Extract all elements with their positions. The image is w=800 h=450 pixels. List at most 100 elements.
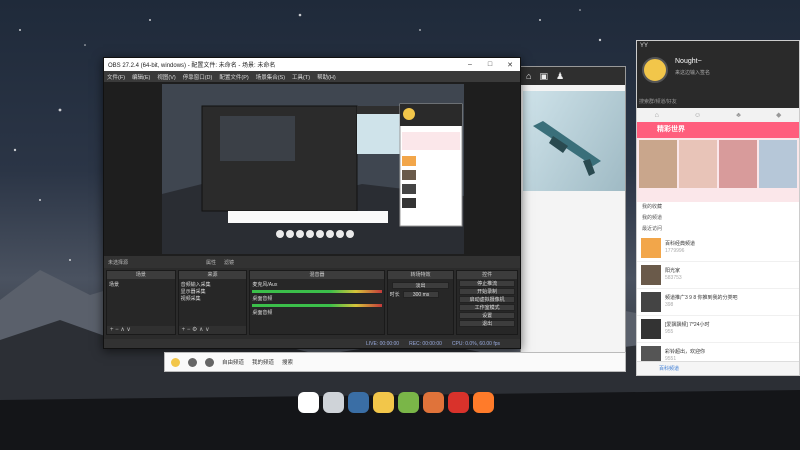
promo-thumbnail[interactable]	[719, 140, 757, 188]
yy-icon[interactable]	[171, 357, 180, 367]
free-channel-button[interactable]: 自由频道	[222, 358, 244, 366]
studio-mode-button[interactable]: 工作室模式	[459, 304, 516, 311]
obs-status-bar: LIVE: 00:00:00 REC: 00:00:00 CPU: 0.0%, …	[104, 339, 520, 348]
my-favorites-section[interactable]: 我的收藏	[637, 202, 799, 213]
source-toolbar: 未选择源 属性 滤镜	[104, 256, 520, 268]
scene-item[interactable]: 场景	[109, 281, 173, 288]
menu-view[interactable]: 视图(V)	[157, 73, 175, 81]
menu-edit[interactable]: 编辑(E)	[132, 73, 150, 81]
recent-section[interactable]: 最近访问	[637, 224, 799, 235]
promo-thumbnail[interactable]	[639, 140, 677, 188]
yy-nav-tabs: ⌂ ☺ ♣ ◆	[637, 108, 799, 122]
list-item[interactable]: [爱飘飘频] 7*24小时 955	[637, 316, 799, 343]
cpu-fps: CPU: 0.0%, 60.00 fps	[451, 340, 500, 347]
avatar[interactable]	[642, 57, 668, 83]
source-item[interactable]: 音频输入采集	[181, 281, 245, 288]
minimize-icon[interactable]: –	[460, 61, 480, 69]
properties-button[interactable]: 属性	[206, 259, 216, 266]
transition-select[interactable]: 淡出	[391, 282, 450, 289]
menu-scene-collection[interactable]: 场景集合(S)	[256, 73, 285, 81]
mixer-channel-label: 桌面音频	[252, 296, 273, 302]
menu-tools[interactable]: 工具(T)	[292, 73, 310, 81]
promo-section[interactable]: 精彩世界	[637, 122, 799, 202]
game-banner-image	[523, 91, 625, 191]
stop-streaming-button[interactable]: 停止推流	[459, 280, 516, 287]
obs-title-text: OBS 27.2.4 (64-bit, windows) - 配置文件: 未命名…	[108, 63, 276, 69]
channel-sub: 1779996	[665, 248, 685, 254]
window-icon[interactable]: ▣	[539, 71, 548, 82]
maximize-icon[interactable]: □	[480, 61, 500, 69]
settings-button[interactable]: 设置	[459, 312, 516, 319]
search-button[interactable]: 搜索	[282, 358, 293, 366]
virtual-camera-button[interactable]: 启动虚拟摄像机	[459, 296, 516, 303]
promo-thumbnail[interactable]	[759, 140, 797, 188]
firefox-icon[interactable]	[473, 392, 494, 413]
background-window[interactable]: ⌂ ▣ ♟	[520, 66, 626, 372]
audio-mixer-dock: 混音器 麦克风/Aux 桌面音频 桌面音频	[249, 270, 385, 335]
duration-label: 时长	[389, 292, 400, 298]
list-item[interactable]: 百科经典频道 1779996	[637, 235, 799, 262]
obs-menubar: 文件(F) 编辑(E) 视图(V) 停靠窗口(D) 配置文件(P) 场景集合(S…	[104, 71, 520, 82]
obs-icon[interactable]	[323, 392, 344, 413]
program-preview[interactable]	[162, 84, 464, 254]
channel-sub: 398	[665, 302, 674, 308]
gamepad-icon[interactable]: ♟	[556, 71, 564, 82]
source-item[interactable]: 视频采集	[181, 295, 245, 302]
promo-thumbnails	[637, 138, 799, 190]
sources-dock-toolbar[interactable]: + − ⚙ ∧ ∨	[178, 326, 247, 334]
wechat-icon[interactable]	[298, 392, 319, 413]
yy-logo: YY	[640, 43, 649, 49]
volume-meter	[252, 304, 382, 307]
channel-title: 频道推广3 9 8 你推到我的分类吧	[665, 295, 738, 301]
live-timer: LIVE: 00:00:00	[366, 340, 400, 347]
list-item[interactable]: 阳光家 583753	[637, 262, 799, 289]
home-icon[interactable]: ⌂	[526, 71, 531, 81]
steam-icon[interactable]	[348, 392, 369, 413]
obs-titlebar[interactable]: OBS 27.2.4 (64-bit, windows) - 配置文件: 未命名…	[104, 58, 520, 71]
controls-dock: 控件 停止推流 开始录制 启动虚拟摄像机 工作室模式 设置 退出	[456, 270, 519, 335]
search-input[interactable]: 搜索群/频道/好友	[639, 98, 677, 105]
source-item[interactable]: 显示器采集	[181, 288, 245, 295]
volume-meter	[252, 290, 382, 293]
taskbar-dock	[298, 392, 494, 413]
my-channel-button[interactable]: 我的频道	[252, 358, 274, 366]
yy-window[interactable]: YY Nought~ 来这边输入签名 搜索群/频道/好友 ⌂ ☺ ♣ ◆ 精彩世…	[636, 40, 800, 376]
microphone-icon[interactable]	[205, 357, 214, 367]
rec-timer: REC: 00:00:00	[409, 340, 442, 347]
close-icon[interactable]: ✕	[500, 61, 520, 69]
promo-title: 精彩世界	[637, 122, 799, 138]
channel-thumbnail	[641, 238, 661, 258]
list-item[interactable]: 频道推广3 9 8 你推到我的分类吧 398	[637, 289, 799, 316]
menu-profile[interactable]: 配置文件(P)	[219, 73, 248, 81]
preview-area	[104, 82, 520, 256]
group-icon[interactable]: ♣	[736, 112, 741, 119]
rifle-illustration	[533, 121, 601, 176]
yy-app-icon[interactable]	[373, 392, 394, 413]
scenes-dock-toolbar[interactable]: + − ∧ ∨	[107, 326, 175, 334]
start-recording-button[interactable]: 开始录制	[459, 288, 516, 295]
sources-dock: 来源 音频输入采集 显示器采集 视频采集 + − ⚙ ∧ ∨	[177, 270, 248, 335]
volume-icon[interactable]	[188, 357, 197, 367]
promo-thumbnail[interactable]	[679, 140, 717, 188]
menu-docks[interactable]: 停靠窗口(D)	[183, 73, 213, 81]
home-icon[interactable]: ⌂	[655, 112, 659, 119]
duration-input[interactable]: 300 ms	[403, 291, 440, 298]
app-icon[interactable]	[423, 392, 444, 413]
menu-file[interactable]: 文件(F)	[107, 73, 125, 81]
scenes-dock-title: 场景	[107, 271, 175, 279]
transitions-title: 转场特效	[387, 271, 454, 279]
netease-icon[interactable]	[448, 392, 469, 413]
my-channels-section[interactable]: 我的频道	[637, 213, 799, 224]
yy-footer[interactable]: 百科频道	[637, 361, 799, 375]
menu-help[interactable]: 帮助(H)	[317, 73, 336, 81]
filters-button[interactable]: 滤镜	[224, 259, 234, 266]
obs-window[interactable]: OBS 27.2.4 (64-bit, windows) - 配置文件: 未命名…	[103, 57, 521, 349]
signature[interactable]: 来这边输入签名	[675, 69, 710, 76]
exit-button[interactable]: 退出	[459, 320, 516, 327]
username[interactable]: Nought~	[675, 58, 702, 65]
store-icon[interactable]: ◆	[776, 111, 781, 119]
game-icon[interactable]	[398, 392, 419, 413]
contacts-icon[interactable]: ☺	[694, 112, 701, 119]
no-source-label: 未选择源	[108, 259, 129, 266]
obs-docks: 场景 场景 + − ∧ ∨ 来源 音频输入采集 显示器采集 视频采集 + − ⚙…	[104, 270, 520, 335]
